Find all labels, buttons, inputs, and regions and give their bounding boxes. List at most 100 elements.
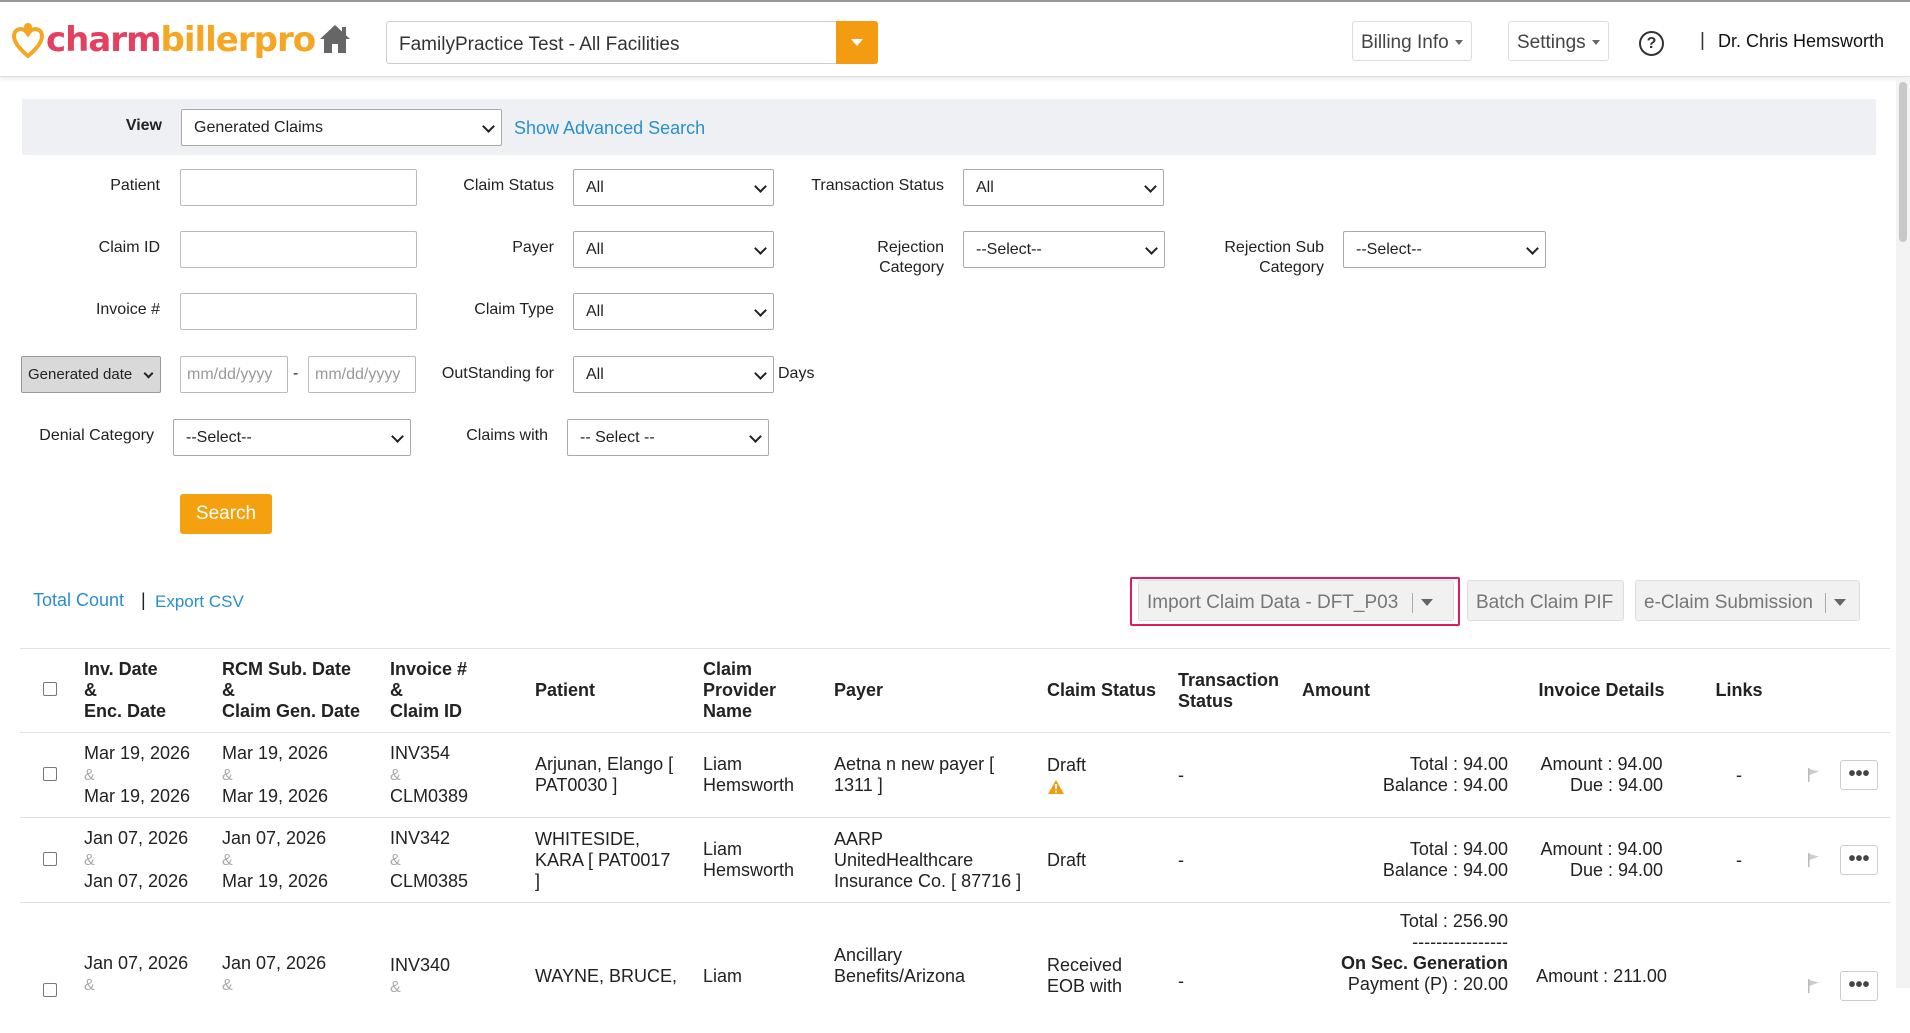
chevron-down-icon: [143, 368, 154, 379]
flag-icon[interactable]: [1807, 767, 1821, 783]
chevron-down-icon: [754, 304, 767, 317]
help-icon[interactable]: ?: [1639, 31, 1664, 56]
select-all-cell[interactable]: [20, 648, 80, 733]
date-to-input[interactable]: mm/dd/yyyy: [308, 356, 416, 393]
col-provider[interactable]: Claim Provider Name: [699, 648, 830, 733]
denial-category-select[interactable]: --Select--: [173, 419, 411, 456]
more-actions-button[interactable]: •••: [1840, 971, 1879, 1001]
claim-status-cell: Received EOB with: [1043, 902, 1174, 1033]
invoice-claim-id[interactable]: INV340 &: [386, 902, 531, 1033]
col-inv-date[interactable]: Inv. Date & Enc. Date: [80, 648, 218, 733]
select-all-checkbox[interactable]: [43, 682, 57, 696]
claim-type-select[interactable]: All: [573, 293, 774, 330]
transaction-status-cell: -: [1174, 817, 1298, 903]
col-actions: [1787, 648, 1890, 733]
invoice-claim-id[interactable]: INV342 & CLM0385: [386, 817, 531, 903]
settings-menu[interactable]: Settings: [1508, 21, 1609, 61]
app-header: charmbillerpro FamilyPractice Test - All…: [0, 2, 1910, 77]
claims-with-select[interactable]: -- Select --: [567, 419, 769, 456]
table-row[interactable]: Jan 07, 2026 & Jan 07, 2026 & INV340 & WAYN…: [20, 902, 1890, 1033]
chevron-down-icon: [391, 430, 404, 443]
more-actions-button[interactable]: •••: [1840, 845, 1879, 875]
rejection-category-select[interactable]: --Select--: [963, 231, 1165, 268]
days-label: Days: [778, 365, 815, 382]
import-claim-label: Import Claim Data - DFT_P03: [1147, 592, 1399, 613]
claim-status-select[interactable]: All: [573, 169, 774, 206]
export-csv-link[interactable]: Export CSV: [155, 592, 244, 612]
show-advanced-search-link[interactable]: Show Advanced Search: [514, 118, 705, 139]
col-invoice-details[interactable]: Invoice Details: [1512, 648, 1691, 733]
row-select-cell[interactable]: [20, 817, 80, 903]
row-checkbox[interactable]: [43, 851, 57, 866]
transaction-status-cell: -: [1174, 732, 1298, 818]
transaction-status-select[interactable]: All: [963, 169, 1164, 206]
date-from-input[interactable]: mm/dd/yyyy: [180, 356, 288, 393]
inv-enc-date: Jan 07, 2026 &: [80, 902, 218, 1033]
batch-claim-pif-button[interactable]: Batch Claim PIF: [1467, 580, 1624, 621]
view-select[interactable]: Generated Claims: [181, 109, 502, 146]
patient-cell: WAYNE, BRUCE,: [531, 902, 699, 1033]
row-checkbox[interactable]: [43, 983, 57, 997]
search-button[interactable]: Search: [180, 494, 272, 534]
rejection-sub-category-select[interactable]: --Select--: [1343, 231, 1546, 268]
col-claim-status[interactable]: Claim Status: [1043, 648, 1174, 733]
e-claim-submission-button[interactable]: e-Claim Submission: [1635, 580, 1860, 621]
col-patient[interactable]: Patient: [531, 648, 699, 733]
more-actions-button[interactable]: •••: [1840, 760, 1879, 790]
import-claim-data-button[interactable]: Import Claim Data - DFT_P03: [1138, 580, 1454, 621]
flag-icon[interactable]: [1807, 852, 1821, 868]
invoice-label: Invoice #: [95, 301, 160, 318]
claims-with-value: -- Select --: [580, 429, 655, 446]
billing-info-menu[interactable]: Billing Info: [1352, 21, 1472, 61]
rejection-category-label: Rejection Category: [877, 239, 944, 276]
warning-icon[interactable]: [1047, 779, 1065, 795]
col-payer[interactable]: Payer: [830, 648, 1043, 733]
patient-input[interactable]: [180, 169, 417, 206]
outstanding-select[interactable]: All: [573, 356, 774, 393]
col-transaction-status[interactable]: Transaction Status: [1174, 648, 1298, 733]
button-divider: [1412, 592, 1414, 613]
caret-down-icon[interactable]: [1833, 599, 1846, 607]
rejection-category-value: --Select--: [976, 241, 1042, 258]
row-checkbox[interactable]: [43, 766, 57, 781]
facility-value: FamilyPractice Test - All Facilities: [399, 34, 680, 55]
total-count-link[interactable]: Total Count: [33, 590, 124, 611]
invoice-input[interactable]: [180, 293, 417, 330]
chevron-down-icon: [1526, 242, 1539, 255]
amount-cell: Total : 256.90 ---------------- On Sec. Ge…: [1298, 902, 1512, 1033]
chevron-down-icon: [754, 180, 767, 193]
date-type-value: Generated date: [28, 366, 133, 383]
payer-cell: Ancillary Benefits/Arizona: [830, 902, 1043, 1033]
caret-down-icon[interactable]: [1421, 599, 1434, 607]
claims-table: Inv. Date & Enc. Date RCM Sub. Date & Claim …: [20, 648, 1890, 1033]
denial-category-label: Denial Category: [39, 427, 154, 444]
table-row[interactable]: Mar 19, 2026 & Mar 19, 2026 Mar 19, 2026 & M…: [20, 732, 1890, 818]
charmbillerpro-logo[interactable]: charmbillerpro: [12, 20, 316, 60]
home-icon[interactable]: [318, 22, 352, 56]
links-cell: -: [1691, 817, 1787, 903]
page-scrollbar[interactable]: [1896, 78, 1910, 988]
invoice-claim-id[interactable]: INV354 & CLM0389: [386, 732, 531, 818]
table-row[interactable]: Jan 07, 2026 & Jan 07, 2026 Jan 07, 2026 & M…: [20, 817, 1890, 903]
scrollbar-thumb[interactable]: [1899, 82, 1907, 242]
col-rcm-date[interactable]: RCM Sub. Date & Claim Gen. Date: [218, 648, 386, 733]
facility-select[interactable]: FamilyPractice Test - All Facilities: [386, 21, 878, 64]
facility-dropdown-button[interactable]: [836, 21, 878, 64]
col-invoice[interactable]: Invoice # & Claim ID: [386, 648, 531, 733]
payer-value: All: [586, 241, 604, 258]
user-name[interactable]: Dr. Chris Hemsworth: [1718, 31, 1884, 52]
provider-cell: Liam: [699, 902, 830, 1033]
claim-id-input[interactable]: [180, 231, 417, 268]
view-select-value: Generated Claims: [194, 119, 323, 136]
col-amount[interactable]: Amount: [1298, 648, 1512, 733]
chevron-down-icon: [749, 430, 762, 443]
outstanding-label: OutStanding for: [441, 365, 554, 382]
patient-label: Patient: [110, 177, 160, 194]
inv-enc-date: Jan 07, 2026 & Jan 07, 2026: [80, 817, 218, 903]
date-type-select[interactable]: Generated date: [21, 356, 161, 393]
payer-select[interactable]: All: [573, 231, 774, 268]
flag-icon[interactable]: [1807, 978, 1821, 994]
row-select-cell[interactable]: [20, 732, 80, 818]
row-select-cell[interactable]: [20, 902, 80, 1033]
claim-status-cell: Draft: [1043, 817, 1174, 903]
